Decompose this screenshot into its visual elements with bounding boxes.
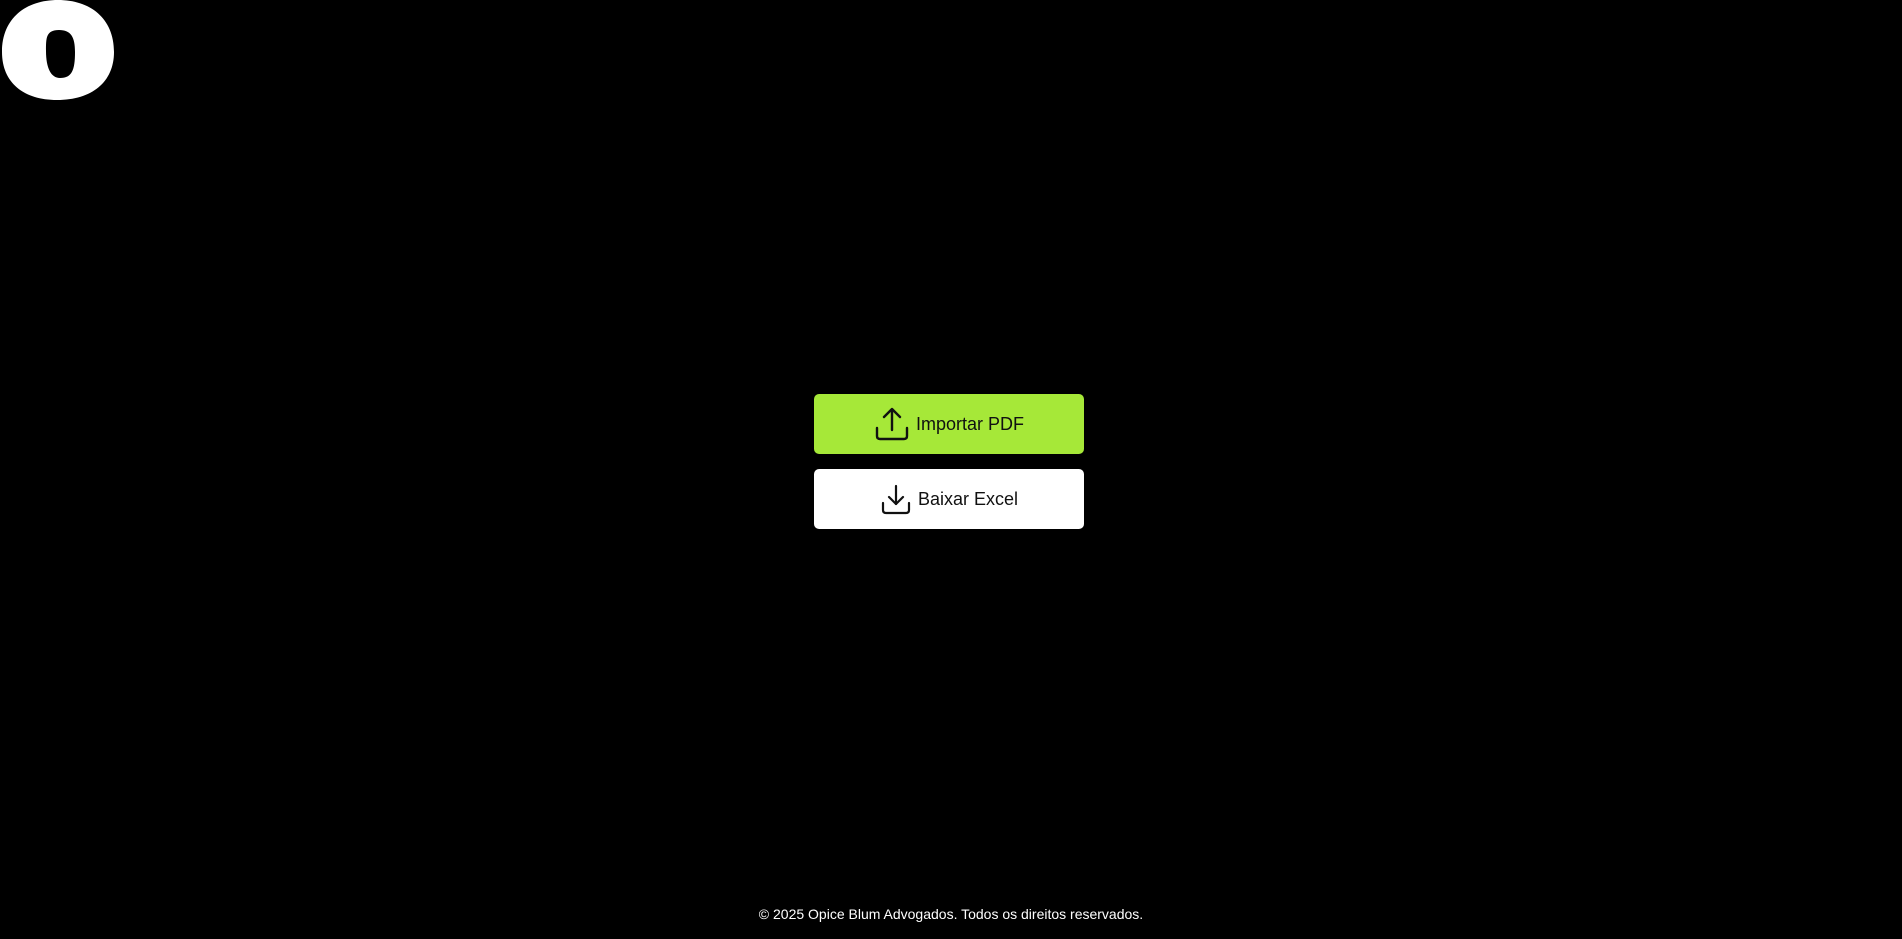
download-excel-button[interactable]: Baixar Excel [814,469,1084,529]
footer-copyright: © 2025 Opice Blum Advogados. Todos os di… [758,906,1144,922]
brand-o-logo-icon [2,0,114,100]
action-buttons: Importar PDF Baixar Excel [814,394,1084,529]
brand-logo [2,0,114,100]
upload-icon [874,406,910,442]
import-pdf-button[interactable]: Importar PDF [814,394,1084,454]
app-page: Importar PDF Baixar Excel © 2025 Opice B… [0,0,1902,939]
download-excel-label: Baixar Excel [917,488,1019,509]
download-icon [880,483,912,515]
import-pdf-label: Importar PDF [915,413,1025,434]
